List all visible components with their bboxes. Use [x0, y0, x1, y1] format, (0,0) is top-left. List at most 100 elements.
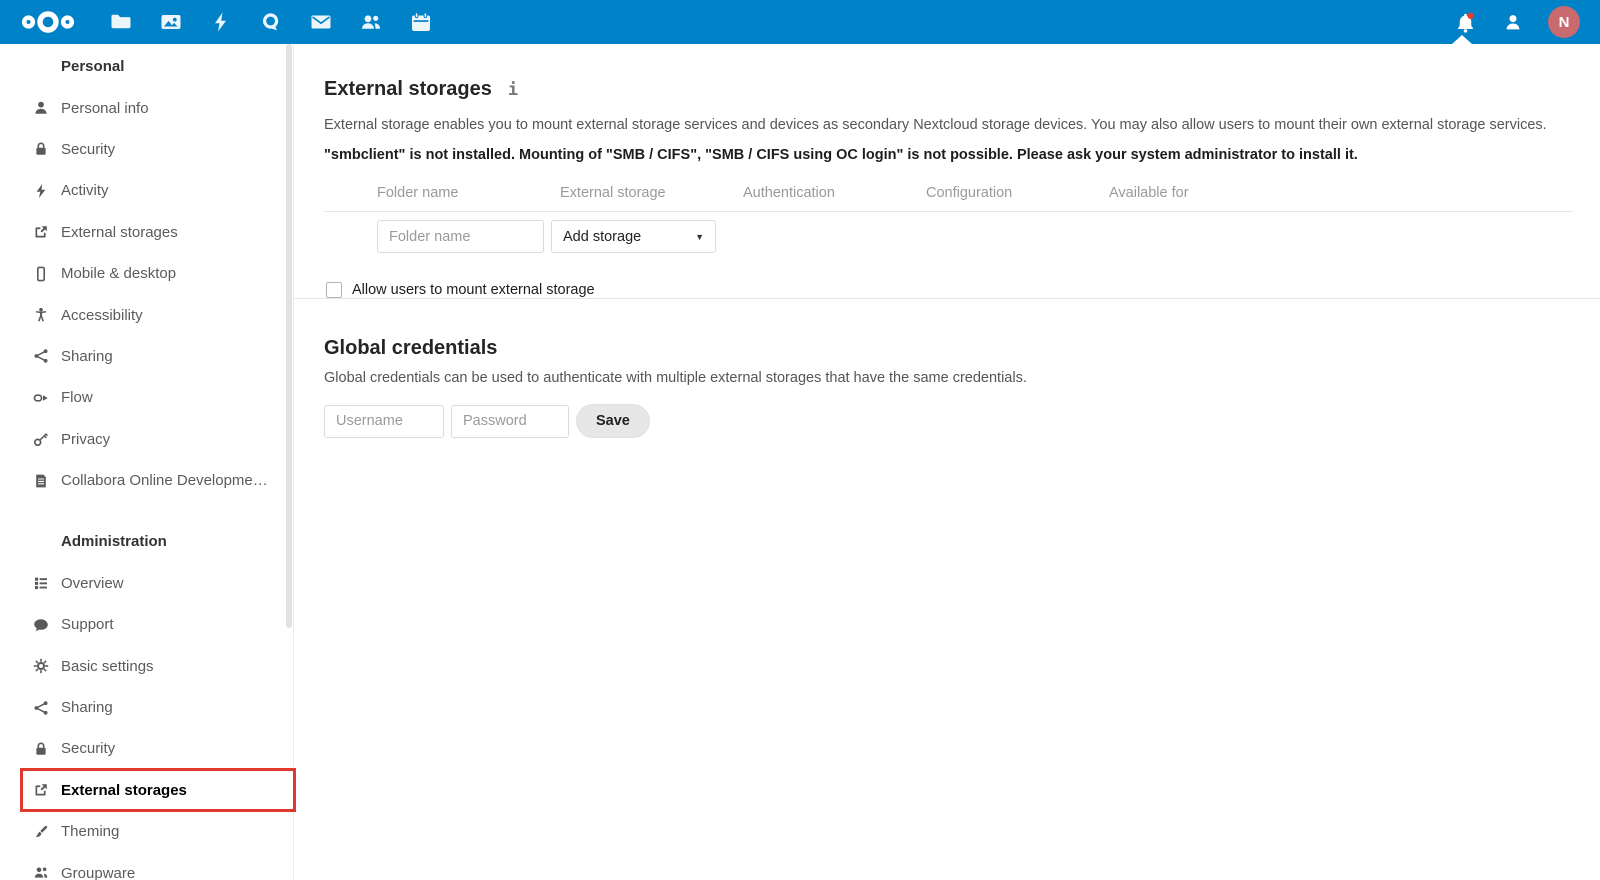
people-icon: [33, 865, 49, 880]
sidebar-item-label: Flow: [61, 389, 93, 407]
external-link-icon: [33, 782, 49, 798]
column-header-authentication: Authentication: [743, 185, 835, 201]
sidebar-item-label: Security: [61, 740, 116, 758]
contacts-icon[interactable]: [346, 0, 396, 44]
sidebar-item-privacy[interactable]: Privacy: [0, 419, 293, 460]
user-icon: [33, 100, 49, 116]
nextcloud-logo[interactable]: [0, 9, 96, 35]
column-header-folder-name: Folder name: [377, 185, 459, 201]
chevron-down-icon: ▼: [695, 231, 704, 242]
sidebar-item-groupware[interactable]: Groupware: [0, 852, 293, 880]
global-credentials-section: Global credentials Global credentials ca…: [294, 298, 1600, 438]
new-storage-row: Add storage ▼: [324, 212, 1573, 261]
section-divider: [294, 298, 1600, 299]
allow-mount-row: Allow users to mount external storage: [324, 282, 1570, 298]
sidebar-item-label: Sharing: [61, 347, 113, 365]
user-avatar[interactable]: N: [1548, 6, 1580, 38]
calendar-icon[interactable]: [396, 0, 446, 44]
sidebar-item-accessibility[interactable]: Accessibility: [0, 294, 293, 335]
sidebar-scrollbar[interactable]: [286, 44, 292, 628]
table-header-row: Folder name External storage Authenticatio…: [324, 185, 1573, 212]
list-icon: [33, 575, 49, 591]
sidebar-item-personal-info[interactable]: Personal info: [0, 87, 293, 128]
sidebar-item-label: Sharing: [61, 699, 113, 717]
sidebar-item-external-storages[interactable]: External storages: [0, 770, 293, 811]
global-credentials-description: Global credentials can be used to authen…: [324, 370, 1027, 386]
lock-icon: [33, 741, 49, 757]
brush-icon: [33, 824, 49, 840]
password-field[interactable]: [451, 404, 569, 438]
topbar-right: N: [1452, 0, 1600, 44]
contacts-menu-icon[interactable]: [1500, 0, 1526, 44]
sidebar-item-label: Theming: [61, 823, 120, 841]
sidebar-item-label: External storages: [61, 223, 178, 241]
add-storage-select[interactable]: Add storage ▼: [551, 220, 716, 253]
document-icon: [33, 473, 49, 489]
sidebar-item-label: Personal info: [61, 99, 149, 117]
info-icon[interactable]: i: [508, 80, 518, 100]
sidebar-item-external-storages[interactable]: External storages: [0, 212, 293, 253]
sidebar-item-label: Basic settings: [61, 657, 154, 675]
folder-name-input[interactable]: [377, 220, 544, 253]
app-icon-bar: [96, 0, 446, 44]
sidebar-item-label: Mobile & desktop: [61, 265, 177, 283]
sidebar-item-security[interactable]: Security: [0, 129, 293, 170]
sidebar-item-label: External storages: [61, 781, 187, 799]
column-header-external-storage: External storage: [560, 185, 666, 201]
sidebar-item-label: Privacy: [61, 430, 111, 448]
sidebar-item-flow[interactable]: Flow: [0, 377, 293, 418]
allow-mount-label[interactable]: Allow users to mount external storage: [352, 282, 595, 298]
key-icon: [33, 431, 49, 447]
sidebar-item-security[interactable]: Security: [0, 728, 293, 769]
sidebar-item-collabora-online-development-edit[interactable]: Collabora Online Development Edit…: [0, 460, 293, 501]
add-storage-select-value: Add storage: [563, 228, 642, 245]
sidebar-item-label: Collabora Online Development Edit…: [61, 472, 276, 490]
sidebar-item-basic-settings[interactable]: Basic settings: [0, 645, 293, 686]
sidebar-item-activity[interactable]: Activity: [0, 170, 293, 211]
allow-mount-checkbox[interactable]: [326, 282, 342, 298]
photos-icon[interactable]: [146, 0, 196, 44]
column-header-configuration: Configuration: [926, 185, 1013, 201]
sidebar-item-overview[interactable]: Overview: [0, 563, 293, 604]
gear-icon: [33, 658, 49, 674]
sidebar-item-sharing[interactable]: Sharing: [0, 687, 293, 728]
sidebar-item-label: Security: [61, 140, 116, 158]
sidebar-item-label: Support: [61, 616, 114, 634]
page-title-text: External storages: [324, 78, 492, 100]
flow-icon: [33, 390, 49, 406]
sidebar-section-header: Administration: [61, 533, 167, 551]
talk-icon[interactable]: [246, 0, 296, 44]
sidebar-item-label: Accessibility: [61, 306, 143, 324]
external-link-icon: [33, 224, 49, 240]
settings-sidebar: Personal Personal info Security Activity Ext…: [0, 44, 294, 880]
sidebar-item-sharing[interactable]: Sharing: [0, 336, 293, 377]
global-credentials-title: Global credentials: [324, 337, 498, 359]
bolt-icon: [33, 183, 49, 199]
external-storage-description: External storage enables you to mount ex…: [324, 117, 1547, 133]
page-title: External storages i: [324, 78, 1570, 101]
username-field[interactable]: [324, 404, 444, 438]
column-header-available-for: Available for: [1109, 185, 1189, 201]
topbar: N: [0, 0, 1600, 44]
sidebar-section-header: Personal: [61, 58, 125, 76]
lock-icon: [33, 141, 49, 157]
save-button[interactable]: Save: [576, 404, 650, 438]
sidebar-item-support[interactable]: Support: [0, 604, 293, 645]
files-icon[interactable]: [96, 0, 146, 44]
sidebar-item-label: Overview: [61, 574, 124, 592]
global-credentials-form: Save: [324, 404, 1570, 438]
sidebar-item-label: Groupware: [61, 864, 136, 880]
table-header-gutter: [324, 185, 377, 201]
accessibility-icon: [33, 307, 49, 323]
activity-icon[interactable]: [196, 0, 246, 44]
sidebar-item-label: Activity: [61, 182, 109, 200]
mail-icon[interactable]: [296, 0, 346, 44]
sidebar-item-theming[interactable]: Theming: [0, 811, 293, 852]
settings-menu-caret: [1452, 35, 1472, 44]
external-storages-table: Folder name External storage Authenticatio…: [324, 185, 1573, 261]
sidebar-item-mobile-desktop[interactable]: Mobile & desktop: [0, 253, 293, 294]
chat-icon: [33, 617, 49, 633]
share-icon: [33, 700, 49, 716]
mobile-icon: [33, 266, 49, 282]
smbclient-warning: "smbclient" is not installed. Mounting o…: [324, 147, 1358, 163]
